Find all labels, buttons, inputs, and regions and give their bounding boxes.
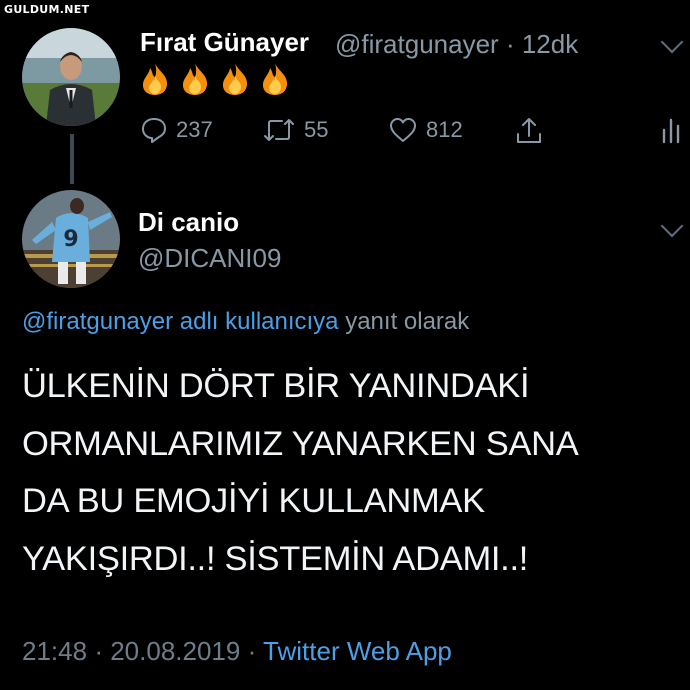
replying-to-link[interactable]: @firatgunayer adlı kullanıcıya — [22, 308, 339, 335]
tweet-text: ÜLKENİN DÖRT BİR YANINDAKİ ORMANLARIMIZ … — [22, 358, 682, 588]
like-count: 812 — [426, 117, 463, 142]
parent-author-handle[interactable]: @firatgunayer — [335, 29, 499, 59]
replying-to-suffix: yanıt olarak — [345, 308, 470, 335]
watermark: GULDUM.NET — [4, 3, 90, 16]
analytics-icon — [662, 118, 680, 144]
meta-separator: · — [247, 636, 257, 666]
avatar-dicanio[interactable]: 9 — [22, 190, 120, 288]
tweet-date[interactable]: 20.08.2019 — [110, 636, 240, 666]
thread-connector — [70, 134, 74, 184]
share-button[interactable] — [514, 116, 544, 146]
share-icon — [517, 118, 541, 143]
reply-button[interactable]: 237 — [140, 116, 213, 144]
chevron-down-icon[interactable] — [660, 30, 684, 54]
parent-author-meta: @firatgunayer · 12dk — [335, 29, 578, 60]
tweet-meta: 21:48 · 20.08.2019 · Twitter Web App — [22, 636, 452, 667]
tweet-text-line: ÜLKENİN DÖRT BİR YANINDAKİ — [22, 367, 530, 405]
reply-author-handle[interactable]: @DICANI09 — [138, 243, 281, 274]
tweet-time[interactable]: 21:48 — [22, 636, 87, 666]
fire-emoji — [220, 62, 250, 101]
reply-count: 237 — [176, 117, 213, 142]
analytics-button[interactable] — [660, 116, 684, 144]
reply-icon — [142, 118, 166, 143]
parent-tweet-text — [140, 62, 290, 101]
retweet-button[interactable]: 55 — [262, 116, 328, 144]
fire-emoji — [260, 62, 290, 101]
heart-icon — [390, 118, 416, 142]
replying-to: @firatgunayer adlı kullanıcıya yanıt ola… — [22, 308, 469, 336]
tweet-text-line: YAKIŞIRDI..! SİSTEMİN ADAMI..! — [22, 539, 529, 578]
tweet-text-line: ORMANLARIMIZ YANARKEN SANA — [22, 424, 579, 463]
fire-emoji — [180, 62, 210, 101]
meta-separator: · — [505, 29, 515, 59]
like-button[interactable]: 812 — [388, 116, 463, 144]
svg-text:9: 9 — [63, 227, 78, 252]
chevron-down-icon[interactable] — [660, 214, 684, 238]
tweet-source-link[interactable]: Twitter Web App — [263, 636, 452, 666]
retweet-count: 55 — [304, 117, 329, 142]
retweet-icon — [264, 119, 294, 141]
parent-author-name[interactable]: Fırat Günayer — [140, 27, 309, 58]
parent-time-ago[interactable]: 12dk — [522, 29, 578, 59]
reply-author-name[interactable]: Di canio — [138, 207, 239, 238]
meta-separator: · — [94, 636, 103, 666]
avatar-firat[interactable] — [22, 28, 120, 126]
tweet-text-line: DA BU EMOJİYİ KULLANMAK — [22, 482, 485, 520]
fire-emoji — [140, 62, 170, 101]
